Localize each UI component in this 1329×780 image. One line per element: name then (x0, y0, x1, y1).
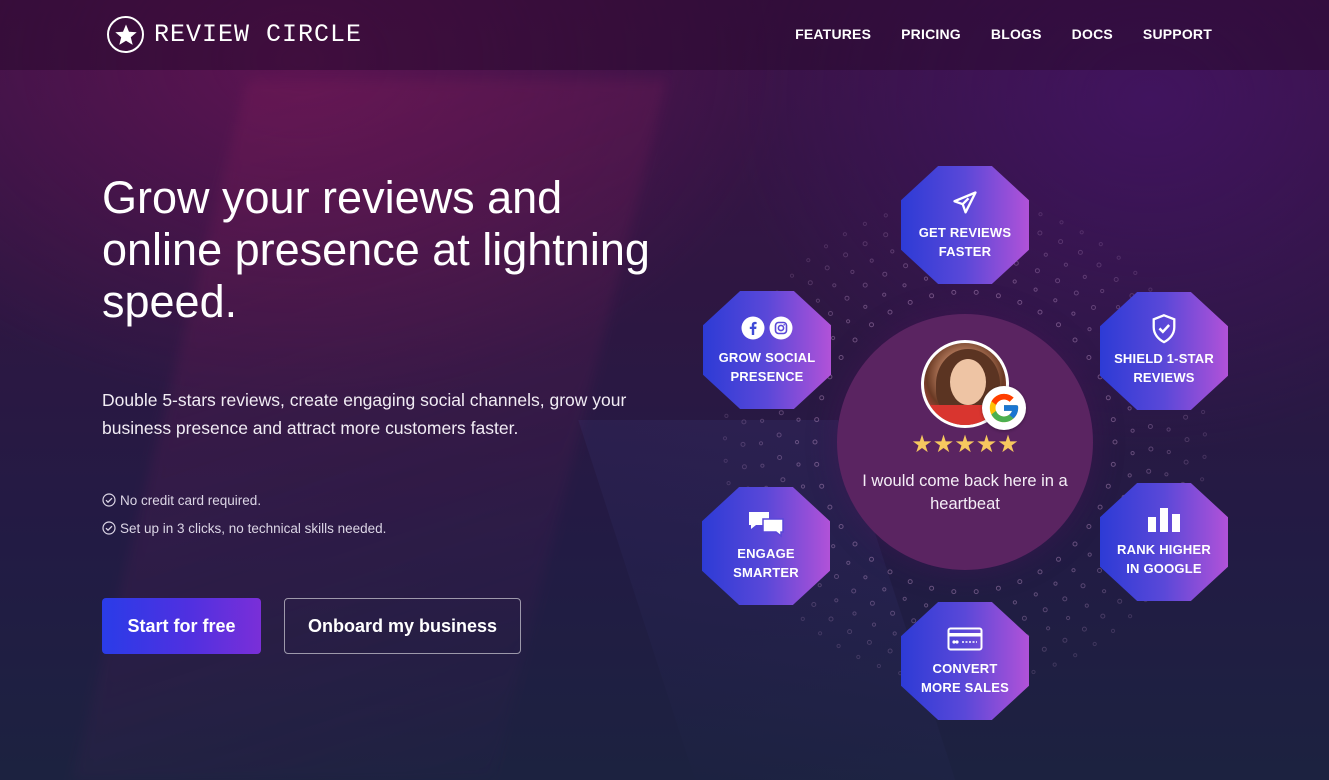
nav-docs[interactable]: DOCS (1072, 26, 1113, 42)
feature-engage-smarter[interactable]: ENGAGE SMARTER (702, 487, 830, 605)
feature-label: GROW SOCIAL PRESENCE (718, 350, 816, 384)
check-circle-icon (102, 493, 116, 507)
start-for-free-button[interactable]: Start for free (102, 598, 261, 654)
feature-get-reviews-faster[interactable]: GET REVIEWS FASTER (901, 166, 1029, 284)
bar-chart-icon (1147, 506, 1181, 534)
feature-rank-higher[interactable]: RANK HIGHER IN GOOGLE (1100, 483, 1228, 601)
nav-blogs[interactable]: BLOGS (991, 26, 1042, 42)
checklist-item: Set up in 3 clicks, no technical skills … (102, 514, 386, 542)
feature-label: RANK HIGHER IN GOOGLE (1117, 542, 1211, 576)
brand-logo[interactable]: REVIEW CIRCLE (107, 16, 362, 53)
hero-subtext: Double 5-stars reviews, create engaging … (102, 390, 627, 438)
review-card: ★★★★★ I would come back here in a heartb… (837, 314, 1093, 570)
feature-convert-sales[interactable]: CONVERT MORE SALES (901, 602, 1029, 720)
nav-links: FEATURES PRICING BLOGS DOCS SUPPORT (795, 26, 1212, 42)
shield-check-icon (1150, 314, 1178, 344)
rating-stars: ★★★★★ (911, 430, 1019, 458)
feature-label: GET REVIEWS FASTER (918, 225, 1012, 259)
hero-headline: Grow your reviews and online presence at… (102, 172, 650, 327)
top-navbar: REVIEW CIRCLE FEATURES PRICING BLOGS DOC… (0, 0, 1329, 70)
facebook-icon (741, 316, 765, 340)
instagram-icon (769, 316, 793, 340)
nav-pricing[interactable]: PRICING (901, 26, 961, 42)
feature-label: ENGAGE SMARTER (733, 546, 799, 580)
feature-checklist: No credit card required. Set up in 3 cli… (102, 486, 386, 542)
nav-support[interactable]: SUPPORT (1143, 26, 1212, 42)
features-graphic: ★★★★★ I would come back here in a heartb… (690, 150, 1250, 740)
checklist-text: Set up in 3 clicks, no technical skills … (120, 520, 387, 536)
feature-shield-reviews[interactable]: SHIELD 1-STAR REVIEWS (1100, 292, 1228, 410)
feature-label: CONVERT MORE SALES (921, 661, 1009, 695)
onboard-business-button[interactable]: Onboard my business (284, 598, 521, 654)
checklist-text: No credit card required. (120, 492, 262, 508)
review-quote: I would come back here in a heartbeat (862, 472, 1068, 513)
feature-label: SHIELD 1-STAR REVIEWS (1114, 351, 1214, 385)
nav-features[interactable]: FEATURES (795, 26, 871, 42)
checklist-item: No credit card required. (102, 486, 386, 514)
brand-name: REVIEW CIRCLE (154, 20, 363, 49)
google-icon (982, 386, 1026, 430)
check-circle-icon (102, 521, 116, 535)
feature-grow-social[interactable]: GROW SOCIAL PRESENCE (703, 291, 831, 409)
chat-bubbles-icon (747, 510, 785, 538)
credit-card-icon (947, 625, 983, 653)
facebook-instagram-icon (741, 314, 793, 342)
star-circle-icon (107, 16, 144, 53)
paper-plane-icon (951, 189, 979, 217)
